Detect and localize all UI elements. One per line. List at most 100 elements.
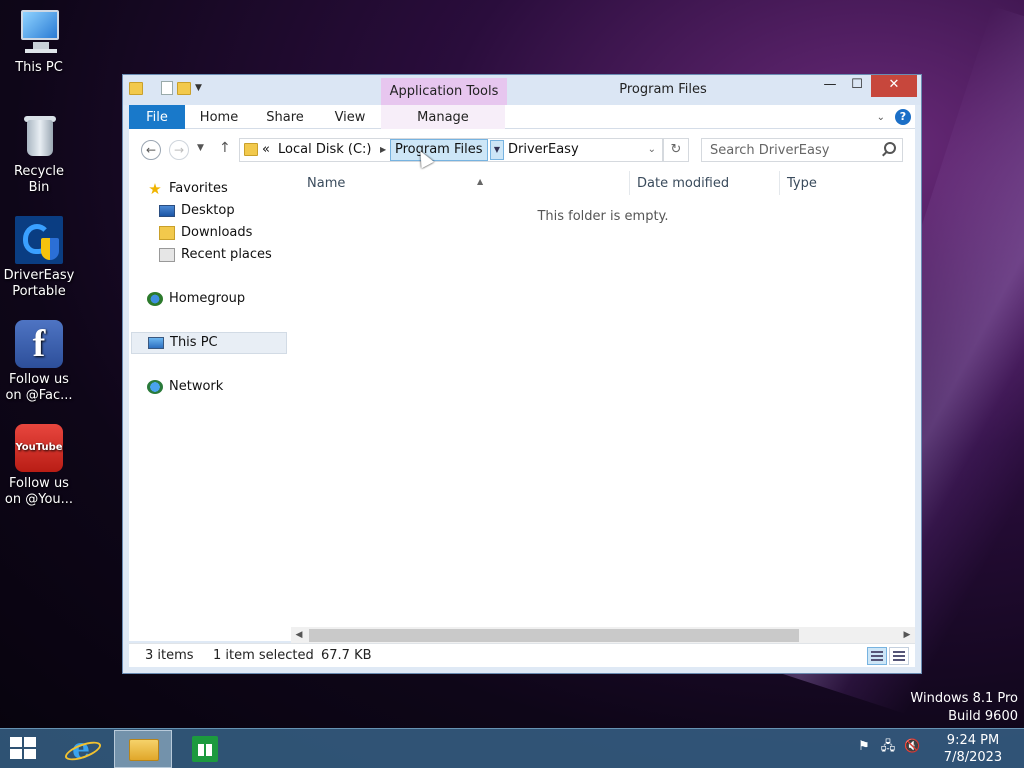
- large-icons-view-icon[interactable]: [889, 647, 909, 665]
- network-icon: [147, 380, 163, 394]
- column-divider[interactable]: [779, 171, 780, 195]
- nav-this-pc[interactable]: This PC: [131, 332, 287, 354]
- facebook-icon: f: [15, 320, 63, 368]
- star-icon: ★: [148, 180, 162, 198]
- drivereasy-icon: [15, 216, 63, 264]
- desktop-icon-recycle-bin[interactable]: Recycle Bin: [0, 112, 78, 196]
- up-arrow-icon[interactable]: ↑: [219, 140, 231, 156]
- column-header-name[interactable]: Name ▲: [307, 174, 627, 194]
- recent-locations-chevron-icon[interactable]: ▼: [197, 143, 204, 153]
- recent-places-icon: [159, 248, 175, 262]
- recycle-bin-icon: [15, 112, 63, 160]
- taskbar-internet-explorer[interactable]: e: [52, 730, 110, 768]
- clock-date: 7/8/2023: [943, 750, 1003, 765]
- clock[interactable]: 9:24 PM 7/8/2023: [936, 732, 1010, 766]
- address-bar[interactable]: « Local Disk (C:) ▶ Program Files ▼ Driv…: [239, 138, 663, 162]
- column-header-date-modified[interactable]: Date modified: [637, 174, 777, 194]
- status-bar: 3 items 1 item selected 67.7 KB: [129, 643, 915, 667]
- start-button[interactable]: [10, 737, 38, 761]
- breadcrumb-drivereasy[interactable]: DriverEasy: [508, 139, 579, 161]
- file-explorer-icon: [129, 739, 159, 761]
- breadcrumb-separator-icon[interactable]: ▶: [380, 139, 386, 161]
- application-tools-header: Application Tools: [381, 78, 507, 105]
- store-icon: [192, 736, 218, 762]
- address-history-chevron-icon[interactable]: ⌄: [648, 139, 656, 161]
- tab-file[interactable]: File: [129, 105, 185, 129]
- scroll-right-icon[interactable]: ▶: [899, 627, 915, 644]
- scroll-left-icon[interactable]: ◀: [291, 627, 307, 644]
- downloads-folder-icon: [159, 226, 175, 240]
- file-list[interactable]: Name ▲ Date modified Type This folder is…: [291, 171, 915, 641]
- nav-favorites[interactable]: ★ Favorites: [147, 179, 227, 199]
- tab-view[interactable]: View: [321, 105, 379, 129]
- nav-downloads[interactable]: Downloads: [159, 223, 252, 243]
- action-center-flag-icon[interactable]: ⚑: [856, 739, 872, 755]
- desktop-icon-drivereasy[interactable]: DriverEasy Portable: [0, 216, 78, 300]
- internet-explorer-icon: e: [68, 735, 94, 763]
- breadcrumb-dropdown-icon[interactable]: ▼: [490, 140, 504, 160]
- folder-icon: [129, 81, 143, 95]
- youtube-icon: YouTube: [15, 424, 63, 472]
- help-icon[interactable]: ?: [895, 109, 911, 125]
- minimize-button[interactable]: —: [815, 75, 845, 97]
- taskbar-file-explorer[interactable]: [114, 730, 172, 768]
- taskbar: e ⚑ 🖧 🔇 9:24 PM 7/8/2023: [0, 728, 1024, 768]
- horizontal-scrollbar[interactable]: ◀ ▶: [291, 627, 915, 644]
- customize-toolbar-icon[interactable]: ▼: [195, 83, 202, 93]
- sort-arrow-icon: ▲: [477, 177, 484, 186]
- desktop-icon-label: This PC: [15, 60, 63, 75]
- column-header-type[interactable]: Type: [787, 174, 887, 194]
- navigation-bar: ← → ▼ ↑ « Local Disk (C:) ▶ Program File…: [129, 129, 915, 171]
- window-title: Program Files: [619, 82, 707, 97]
- network-tray-icon[interactable]: 🖧: [880, 739, 896, 755]
- title-bar[interactable]: ▼ Application Tools Program Files — ☐ ✕: [123, 75, 921, 105]
- details-view-icon[interactable]: [867, 647, 887, 665]
- desktop-icon-label: DriverEasy Portable: [3, 268, 75, 299]
- refresh-button[interactable]: ↻: [663, 138, 689, 162]
- forward-button[interactable]: →: [169, 140, 189, 160]
- expand-ribbon-icon[interactable]: ⌄: [877, 112, 885, 123]
- close-button[interactable]: ✕: [871, 75, 917, 97]
- breadcrumb-local-disk[interactable]: Local Disk (C:): [278, 139, 371, 161]
- tab-home[interactable]: Home: [189, 105, 249, 129]
- desktop-icon-label: Follow us on @Fac...: [5, 372, 73, 403]
- back-button[interactable]: ←: [141, 140, 161, 160]
- scrollbar-thumb[interactable]: [309, 629, 799, 642]
- properties-icon[interactable]: [161, 81, 173, 95]
- search-box[interactable]: [701, 138, 903, 162]
- ribbon-tabs: File Home Share View Manage ⌄ ?: [129, 105, 915, 129]
- desktop-icon-facebook[interactable]: f Follow us on @Fac...: [0, 320, 78, 404]
- desktop-icon-this-pc[interactable]: This PC: [0, 8, 78, 76]
- explorer-window: ▼ Application Tools Program Files — ☐ ✕ …: [122, 74, 922, 674]
- volume-muted-icon[interactable]: 🔇: [904, 739, 920, 755]
- status-item-count: 3 items: [145, 648, 194, 663]
- desktop-icon: [159, 205, 175, 217]
- quick-access-toolbar: ▼: [129, 81, 202, 95]
- nav-network[interactable]: Network: [147, 377, 223, 397]
- taskbar-store[interactable]: [176, 730, 234, 768]
- windows-watermark: Windows 8.1 Pro Build 9600: [910, 691, 1018, 724]
- status-selected: 1 item selected: [213, 648, 314, 663]
- search-icon[interactable]: [884, 142, 896, 154]
- computer-icon: [15, 8, 63, 56]
- tab-share[interactable]: Share: [255, 105, 315, 129]
- desktop-icon-label: Recycle Bin: [13, 164, 65, 195]
- navigation-pane: ★ Favorites Desktop Downloads Recent pla…: [129, 171, 291, 641]
- nav-recent-places[interactable]: Recent places: [159, 245, 272, 265]
- computer-icon: [148, 337, 164, 349]
- clock-time: 9:24 PM: [946, 733, 1000, 748]
- new-folder-icon[interactable]: [177, 81, 191, 95]
- column-divider[interactable]: [629, 171, 630, 195]
- breadcrumb-overflow[interactable]: «: [262, 139, 270, 161]
- nav-homegroup[interactable]: Homegroup: [147, 289, 245, 309]
- breadcrumb-program-files[interactable]: Program Files: [390, 139, 488, 161]
- system-tray: ⚑ 🖧 🔇: [856, 739, 920, 755]
- maximize-button[interactable]: ☐: [845, 75, 869, 97]
- nav-desktop[interactable]: Desktop: [159, 201, 235, 221]
- search-input[interactable]: [702, 139, 872, 161]
- empty-folder-message: This folder is empty.: [537, 209, 669, 224]
- homegroup-icon: [147, 292, 163, 306]
- tab-manage[interactable]: Manage: [381, 105, 505, 129]
- status-size: 67.7 KB: [321, 648, 372, 663]
- desktop-icon-youtube[interactable]: YouTube Follow us on @You...: [0, 424, 78, 508]
